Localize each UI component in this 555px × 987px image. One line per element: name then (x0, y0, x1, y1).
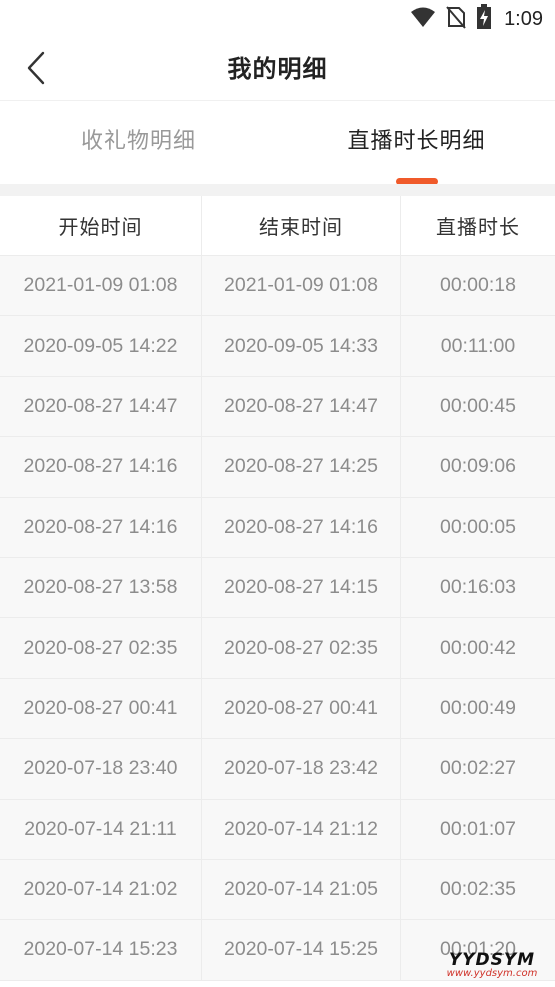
end-time-cell: 2020-08-27 14:47 (202, 376, 401, 437)
column-header-start-time: 开始时间 (0, 196, 202, 255)
watermark-logo: YYDSYM (448, 950, 536, 970)
table-row: 2020-08-27 14:16 2020-08-27 14:16 00:00:05 (0, 497, 555, 558)
live-duration-table: 开始时间 结束时间 直播时长 2021-01-09 01:08 2021-01-0… (0, 196, 555, 981)
end-time-cell: 2020-07-14 21:05 (202, 859, 401, 920)
end-time-cell: 2020-08-27 14:16 (202, 497, 401, 557)
start-time-cell: 2020-07-18 23:40 (0, 739, 202, 799)
end-time-cell: 2020-08-27 02:35 (202, 618, 401, 678)
tab-gift-details[interactable]: 收礼物明细 (0, 101, 277, 185)
table-row: 2021-01-09 01:08 2021-01-09 01:08 00:00:18 (0, 256, 555, 317)
status-time: 1:09 (504, 7, 543, 30)
duration-cell: 00:01:07 (440, 817, 516, 840)
section-divider (0, 184, 555, 196)
start-time-cell: 2020-08-27 14:16 (0, 497, 202, 557)
start-time-cell: 2020-07-14 21:11 (0, 799, 202, 859)
table-row: 2020-09-05 14:22 2020-09-05 14:33 00:11:00 (0, 316, 555, 377)
back-button[interactable] (18, 48, 54, 88)
start-time-cell: 2021-01-09 01:08 (0, 256, 202, 316)
table-row: 2020-08-27 14:16 2020-08-27 14:25 00:09:06 (0, 437, 555, 498)
table-row: 2020-07-14 21:11 2020-07-14 21:12 00:01:07 (0, 799, 555, 860)
table-body[interactable]: 2021-01-09 01:08 2021-01-09 01:08 00:00:18… (0, 256, 555, 981)
duration-cell: 00:11:00 (440, 334, 516, 357)
start-time-cell: 2020-08-27 14:16 (0, 437, 202, 497)
tab-live-duration-details[interactable]: 直播时长明细 (278, 101, 555, 185)
table-row: 2020-08-27 02:35 2020-08-27 02:35 00:00:42 (0, 618, 555, 679)
start-time-cell: 2020-08-27 14:47 (0, 376, 202, 437)
end-time-cell: 2020-07-18 23:42 (202, 739, 401, 799)
start-time-cell: 2020-07-14 15:23 (0, 920, 202, 980)
status-bar: 1:09 (0, 0, 555, 38)
column-header-end-time: 结束时间 (202, 196, 401, 255)
tab-label: 收礼物明细 (80, 129, 196, 154)
duration-cell: 00:02:27 (440, 757, 516, 780)
no-sim-icon (446, 5, 466, 33)
status-icons: 1:09 (410, 4, 543, 34)
watermark-url: www.yydsym.com (446, 968, 538, 979)
table-row: 2020-08-27 13:58 2020-08-27 14:15 00:16:03 (0, 557, 555, 619)
column-header-duration: 直播时长 (436, 215, 520, 239)
table-row: 2020-07-14 21:02 2020-07-14 21:05 00:02:35 (0, 859, 555, 921)
duration-cell: 00:02:35 (440, 878, 516, 901)
table-header: 开始时间 结束时间 直播时长 (0, 196, 555, 256)
duration-cell: 00:00:49 (440, 696, 516, 719)
end-time-cell: 2020-08-27 00:41 (202, 678, 401, 739)
start-time-cell: 2020-09-05 14:22 (0, 316, 202, 376)
table-row: 2020-08-27 14:47 2020-08-27 14:47 00:00:45 (0, 376, 555, 438)
table-row: 2020-07-18 23:40 2020-07-18 23:42 00:02:27 (0, 739, 555, 800)
duration-cell: 00:00:42 (440, 636, 516, 659)
duration-cell: 00:16:03 (440, 576, 516, 599)
start-time-cell: 2020-08-27 00:41 (0, 678, 202, 739)
start-time-cell: 2020-08-27 13:58 (0, 557, 202, 618)
end-time-cell: 2020-08-27 14:15 (202, 557, 401, 618)
watermark: YYDSYM www.yydsym.com (437, 950, 547, 979)
page-title: 我的明细 (227, 55, 328, 83)
end-time-cell: 2020-07-14 21:12 (202, 799, 401, 859)
wifi-icon (410, 6, 436, 32)
end-time-cell: 2020-09-05 14:33 (202, 316, 401, 376)
end-time-cell: 2020-08-27 14:25 (202, 437, 401, 497)
duration-cell: 00:00:45 (440, 394, 516, 417)
end-time-cell: 2021-01-09 01:08 (202, 256, 401, 316)
tab-bar: 收礼物明细 直播时长明细 (0, 100, 555, 185)
start-time-cell: 2020-07-14 21:02 (0, 859, 202, 920)
duration-cell: 00:00:05 (440, 515, 516, 538)
start-time-cell: 2020-08-27 02:35 (0, 618, 202, 678)
tab-label: 直播时长明细 (347, 129, 486, 154)
battery-charging-icon (476, 4, 492, 34)
end-time-cell: 2020-07-14 15:25 (202, 920, 401, 980)
duration-cell: 00:09:06 (440, 455, 516, 478)
chevron-left-icon (27, 51, 45, 85)
app-header: 我的明细 (0, 38, 555, 100)
table-row: 2020-08-27 00:41 2020-08-27 00:41 00:00:49 (0, 678, 555, 740)
duration-cell: 00:00:18 (440, 274, 516, 297)
